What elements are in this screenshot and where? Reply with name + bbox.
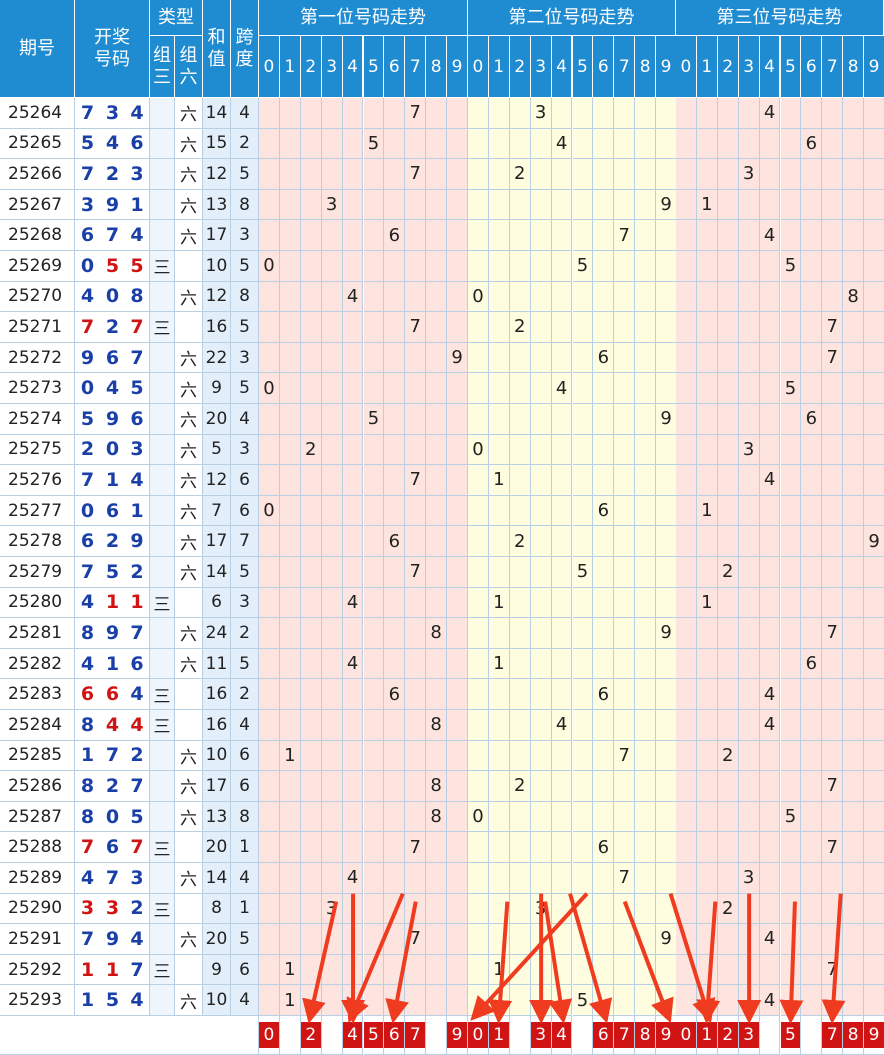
arrow	[385, 901, 418, 1024]
lottery-trend-chart: 期号 开奖 号码 类型组三组六和值跨度第一位号码走势 0 1 2 3 4 5 6 7 8 9 第二位号码走势…	[0, 0, 884, 1055]
arrow	[668, 893, 716, 1024]
annotation-arrows	[302, 892, 846, 1024]
arrow	[302, 901, 339, 1024]
arrow	[622, 900, 674, 1024]
arrow	[821, 893, 846, 1024]
arrow	[779, 901, 804, 1024]
arrow	[346, 892, 405, 1024]
arrow	[488, 901, 513, 1024]
arrow	[696, 901, 721, 1024]
arrow	[470, 892, 589, 1021]
arrow	[543, 901, 573, 1024]
arrow	[568, 893, 613, 1024]
